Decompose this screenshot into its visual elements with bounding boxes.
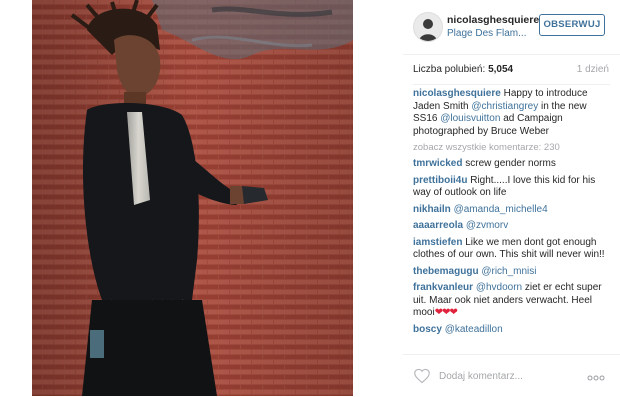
comment-username[interactable]: aaaarreola	[413, 220, 463, 231]
post-side-panel: nicolasghesquiere Plage Des Flam... OBSE…	[403, 0, 620, 396]
comment: iamstiefen Like we men dont got enough c…	[413, 237, 610, 262]
likes-count[interactable]: 5,054	[488, 64, 513, 75]
follow-button[interactable]: OBSERWUJ	[539, 14, 605, 36]
comment-username[interactable]: iamstiefen	[413, 237, 462, 248]
comment: thebemagugu @rich_mnisi	[413, 266, 610, 279]
avatar-image	[414, 13, 442, 41]
comment-username[interactable]: frankvanleur	[413, 282, 473, 293]
comment: nikhailn @amanda_michelle4	[413, 204, 610, 217]
post-footer: Dodaj komentarz...	[403, 354, 620, 397]
comment-mention[interactable]: @kateadillon	[445, 324, 503, 335]
instagram-post-modal: nicolasghesquiere Plage Des Flam... OBSE…	[0, 0, 620, 396]
likes-label: Liczba polubień:	[413, 64, 486, 75]
hearts-emoji: ❤❤❤	[434, 307, 458, 318]
caption-mention-louisvuitton[interactable]: @louisvuitton	[440, 113, 500, 124]
post-header: nicolasghesquiere Plage Des Flam... OBSE…	[403, 0, 620, 55]
more-dots-icon[interactable]	[587, 375, 605, 381]
comment-username[interactable]: boscy	[413, 324, 442, 335]
comment-username[interactable]: nikhailn	[413, 204, 451, 215]
user-avatar[interactable]	[413, 12, 443, 42]
caption-username[interactable]: nicolasghesquiere	[413, 88, 501, 99]
comment: prettiboii4u Right.....I love this kid f…	[413, 175, 610, 200]
post-photo[interactable]	[32, 0, 353, 396]
left-margin	[0, 0, 32, 396]
comment: aaaarreola @zvmorv	[413, 220, 610, 233]
photo-image	[32, 0, 353, 396]
comment-username[interactable]: tmrwicked	[413, 158, 462, 169]
caption-mention-christiangrey[interactable]: @christiangrey	[471, 101, 538, 112]
comment-username[interactable]: thebemagugu	[413, 266, 479, 277]
comment: frankvanleur @hvdoorn ziet er echt super…	[413, 282, 610, 320]
comment-mention[interactable]: @rich_mnisi	[481, 266, 536, 277]
comment: tmrwicked screw gender norms	[413, 158, 610, 171]
comment-text: screw gender norms	[465, 158, 556, 169]
location-link[interactable]: Plage Des Flam...	[447, 28, 526, 39]
caption: nicolasghesquiere Happy to introduce Jad…	[413, 88, 610, 138]
add-comment-input[interactable]: Dodaj komentarz...	[439, 371, 523, 382]
username-link[interactable]: nicolasghesquiere	[447, 14, 539, 26]
post-time[interactable]: 1 dzień	[577, 64, 609, 75]
comments-list: nicolasghesquiere Happy to introduce Jad…	[413, 88, 610, 340]
comment: boscy @kateadillon	[413, 324, 610, 337]
view-all-comments-link[interactable]: zobacz wszystkie komentarze: 230	[413, 142, 610, 154]
heart-outline-icon[interactable]	[413, 368, 431, 384]
divider	[413, 84, 610, 85]
comment-mention[interactable]: @zvmorv	[466, 220, 508, 231]
likes-row: Liczba polubień: 5,054 1 dzień	[413, 64, 609, 78]
comment-mention[interactable]: @amanda_michelle4	[454, 204, 548, 215]
comment-username[interactable]: prettiboii4u	[413, 175, 467, 186]
likes-summary: Liczba polubień: 5,054	[413, 64, 513, 75]
comment-mention[interactable]: @hvdoorn	[476, 282, 522, 293]
